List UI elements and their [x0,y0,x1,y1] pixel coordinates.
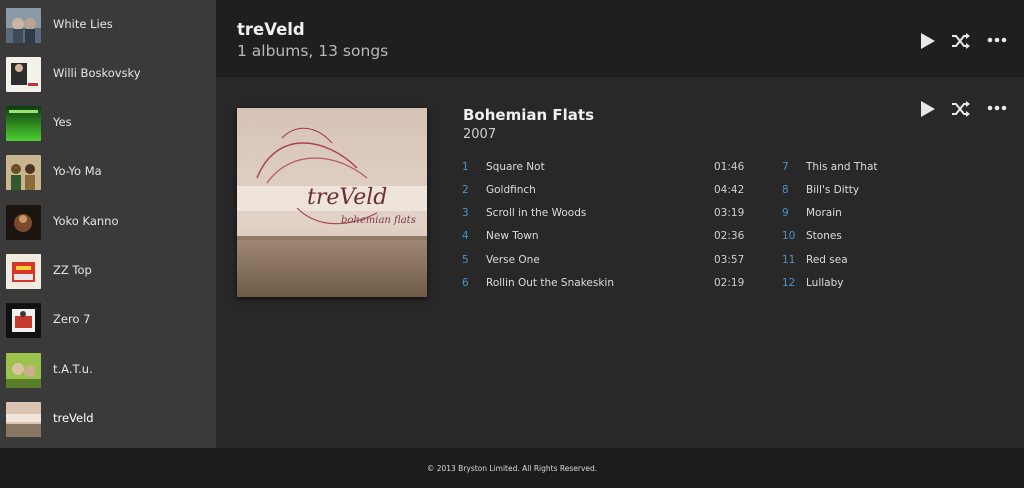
album-art-title: treVeld [307,185,387,210]
track-row[interactable]: 10 Stones [782,230,942,248]
artist-thumbnail [6,254,41,289]
album-year: 2007 [463,127,497,142]
more-icon [987,37,1007,43]
track-title: This and That [806,161,878,173]
track-row[interactable]: 3 Scroll in the Woods 03:19 [462,207,752,225]
sidebar-artist-yoko-kanno[interactable]: Yoko Kanno [0,205,216,254]
track-row[interactable]: 11 Red sea [782,254,942,272]
track-duration: 02:36 [714,230,745,242]
track-number: 1 [462,161,469,173]
track-title: Scroll in the Woods [486,207,587,219]
track-row[interactable]: 6 Rollin Out the Snakeskin 02:19 [462,277,752,295]
track-number: 4 [462,230,469,242]
shuffle-all-button[interactable] [951,33,971,49]
artist-name: treVeld [53,411,94,425]
track-row[interactable]: 9 Morain [782,207,942,225]
artist-name: t.A.T.u. [53,362,93,376]
track-title: New Town [486,230,539,242]
artist-name: White Lies [53,17,113,31]
track-title: Stones [806,230,842,242]
artist-name: Zero 7 [53,312,91,326]
track-title: Morain [806,207,842,219]
track-title: Verse One [486,254,540,266]
artist-title: treVeld [237,20,305,39]
track-number: 8 [782,184,789,196]
sidebar-artist-yes[interactable]: Yes [0,106,216,155]
artist-header: treVeld 1 albums, 13 songs [216,8,1024,77]
artist-name: ZZ Top [53,263,92,277]
track-duration: 01:46 [714,161,745,173]
album-more-button[interactable] [987,105,1007,111]
sidebar-artist-zz-top[interactable]: ZZ Top [0,254,216,303]
artist-sidebar[interactable]: White Lies Willi Boskovsky Yes Yo-Yo Ma … [0,0,216,448]
track-row[interactable]: 4 New Town 02:36 [462,230,752,248]
footer: © 2013 Bryston Limited. All Rights Reser… [0,448,1024,488]
track-title: Rollin Out the Snakeskin [486,277,614,289]
track-row[interactable]: 5 Verse One 03:57 [462,254,752,272]
shuffle-icon [952,101,970,117]
artist-detail-panel: treVeld 1 albums, 13 songs treVeld bohem… [216,8,1024,448]
copyright-text: © 2013 Bryston Limited. All Rights Reser… [426,464,598,473]
artist-summary: 1 albums, 13 songs [237,42,389,60]
artist-thumbnail [6,155,41,190]
artist-name: Yo-Yo Ma [53,164,102,178]
play-all-button[interactable] [918,32,936,50]
track-row[interactable]: 12 Lullaby [782,277,942,295]
artist-name: Willi Boskovsky [53,66,141,80]
sidebar-artist-zero-7[interactable]: Zero 7 [0,303,216,352]
album-art[interactable]: treVeld bohemian flats [237,108,427,297]
artist-thumbnail [6,205,41,240]
track-number: 5 [462,254,469,266]
sidebar-artist-yo-yo-ma[interactable]: Yo-Yo Ma [0,155,216,204]
shuffle-icon [952,33,970,49]
album-art-subtitle: bohemian flats [341,215,416,226]
track-number: 11 [782,254,796,266]
track-duration: 03:57 [714,254,745,266]
track-title: Square Not [486,161,545,173]
track-duration: 03:19 [714,207,745,219]
artist-name: Yes [53,115,72,129]
artist-thumbnail [6,106,41,141]
play-icon [921,33,935,49]
artist-thumbnail [6,402,41,437]
album-play-button[interactable] [918,100,936,118]
artist-thumbnail [6,8,41,43]
track-title: Bill's Ditty [806,184,860,196]
artist-more-button[interactable] [987,37,1007,43]
artist-name: Yoko Kanno [53,214,119,228]
sidebar-artist-treveld[interactable]: treVeld [0,402,216,448]
track-title: Goldfinch [486,184,536,196]
track-title: Lullaby [806,277,844,289]
track-number: 10 [782,230,796,242]
track-duration: 04:42 [714,184,745,196]
track-number: 12 [782,277,796,289]
artist-thumbnail [6,57,41,92]
track-row[interactable]: 2 Goldfinch 04:42 [462,184,752,202]
track-number: 7 [782,161,789,173]
artist-thumbnail [6,353,41,388]
sidebar-artist-white-lies[interactable]: White Lies [0,8,216,57]
album-shuffle-button[interactable] [951,101,971,117]
sidebar-artist-willi-boskovsky[interactable]: Willi Boskovsky [0,57,216,106]
track-number: 6 [462,277,469,289]
more-icon [987,105,1007,111]
play-icon [921,101,935,117]
track-number: 9 [782,207,789,219]
sidebar-artist-tatu[interactable]: t.A.T.u. [0,353,216,402]
track-row[interactable]: 1 Square Not 01:46 [462,161,752,179]
track-number: 2 [462,184,469,196]
track-duration: 02:19 [714,277,745,289]
album-title: Bohemian Flats [463,106,594,124]
track-title: Red sea [806,254,848,266]
artist-thumbnail [6,303,41,338]
track-number: 3 [462,207,469,219]
track-row[interactable]: 8 Bill's Ditty [782,184,942,202]
track-row[interactable]: 7 This and That [782,161,942,179]
